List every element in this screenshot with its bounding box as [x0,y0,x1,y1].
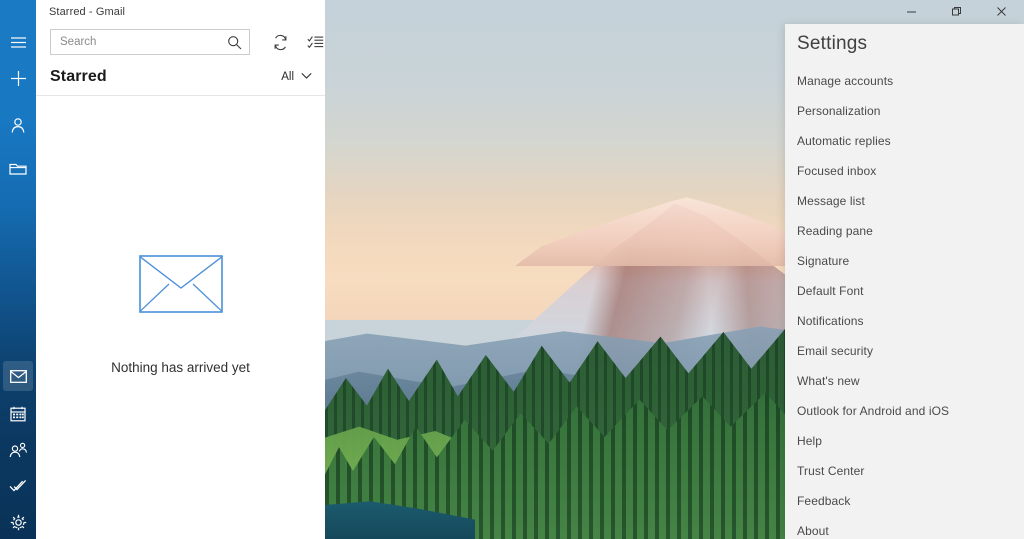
app-navigation-rail [0,0,36,539]
settings-item-label: Personalization [797,104,881,118]
settings-item-message-list[interactable]: Message list [785,186,1024,216]
settings-item-automatic-replies[interactable]: Automatic replies [785,126,1024,156]
settings-item-label: Manage accounts [797,74,894,88]
new-mail-icon[interactable] [0,60,36,96]
settings-item-label: Help [797,434,823,448]
empty-state-message: Nothing has arrived yet [111,360,250,375]
settings-item-outlook-mobile[interactable]: Outlook for Android and iOS [785,396,1024,426]
message-list-pane: Starred - Gmail Search Starred All Nothi… [36,0,325,539]
empty-state: Nothing has arrived yet [36,255,325,375]
filter-dropdown[interactable]: All [281,71,312,83]
settings-item-personalization[interactable]: Personalization [785,96,1024,126]
settings-item-label: Default Font [797,284,864,298]
settings-panel-title: Settings [797,33,868,54]
settings-item-label: Signature [797,254,850,268]
window-controls [889,0,1024,22]
settings-panel: Settings Manage accounts Personalization… [785,24,1024,539]
selection-mode-icon[interactable] [304,31,326,53]
settings-item-default-font[interactable]: Default Font [785,276,1024,306]
account-icon[interactable] [0,107,36,143]
message-list-header: Starred All [36,62,325,96]
hamburger-menu-icon[interactable] [0,24,36,60]
outlook-mail-window: Starred - Gmail Search Starred All Nothi… [0,0,1024,539]
settings-item-label: What's new [797,374,860,388]
settings-item-whats-new[interactable]: What's new [785,366,1024,396]
minimize-button[interactable] [889,0,934,22]
settings-item-signature[interactable]: Signature [785,246,1024,276]
search-box[interactable] [50,29,250,55]
mail-icon[interactable] [3,361,33,391]
search-input[interactable] [60,36,215,48]
window-title: Starred - Gmail [49,6,126,18]
settings-item-focused-inbox[interactable]: Focused inbox [785,156,1024,186]
settings-item-label: Feedback [797,494,851,508]
settings-menu-list: Manage accounts Personalization Automati… [785,66,1024,539]
settings-item-reading-pane[interactable]: Reading pane [785,216,1024,246]
chevron-down-icon [301,71,312,83]
settings-item-label: Outlook for Android and iOS [797,404,950,418]
folder-icon[interactable] [0,150,36,186]
settings-item-about[interactable]: About [785,516,1024,539]
settings-item-label: About [797,524,829,538]
settings-item-label: Reading pane [797,224,873,238]
settings-item-label: Automatic replies [797,134,891,148]
settings-gear-icon[interactable] [0,504,36,539]
settings-item-manage-accounts[interactable]: Manage accounts [785,66,1024,96]
settings-item-label: Email security [797,344,874,358]
tasks-icon[interactable] [0,468,36,504]
search-icon[interactable] [227,35,242,55]
people-icon[interactable] [0,432,36,468]
calendar-icon[interactable] [0,396,36,432]
page-title: Starred [50,68,107,85]
settings-item-feedback[interactable]: Feedback [785,486,1024,516]
settings-item-help[interactable]: Help [785,426,1024,456]
settings-item-label: Focused inbox [797,164,877,178]
settings-item-trust-center[interactable]: Trust Center [785,456,1024,486]
envelope-illustration-icon [138,255,223,318]
settings-item-label: Notifications [797,314,864,328]
filter-label: All [281,71,294,83]
settings-item-notifications[interactable]: Notifications [785,306,1024,336]
maximize-button[interactable] [934,0,979,22]
close-button[interactable] [979,0,1024,22]
settings-item-label: Trust Center [797,464,865,478]
settings-item-email-security[interactable]: Email security [785,336,1024,366]
search-toolbar [50,29,323,55]
settings-item-label: Message list [797,194,865,208]
sync-icon[interactable] [269,31,291,53]
